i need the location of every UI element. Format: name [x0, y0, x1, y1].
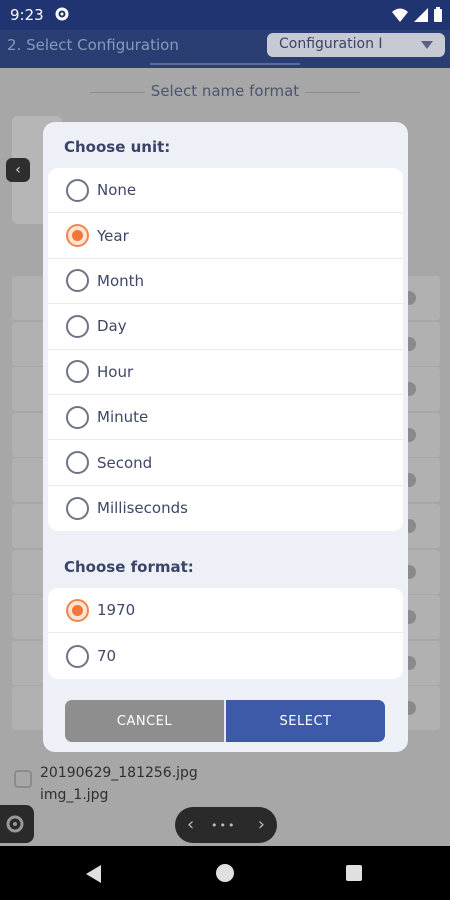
- radio-button[interactable]: [66, 644, 89, 668]
- unit-option-month[interactable]: Month: [48, 259, 403, 305]
- dialog-actions: CANCEL SELECT: [65, 700, 385, 742]
- format-option-1970[interactable]: 1970: [48, 588, 403, 634]
- unit-option-minute[interactable]: Minute: [48, 395, 403, 441]
- home-icon[interactable]: [216, 864, 234, 882]
- radio-button[interactable]: [66, 269, 89, 293]
- choose-unit-title: Choose unit:: [64, 138, 171, 156]
- option-label: Minute: [97, 408, 149, 427]
- radio-button[interactable]: [66, 314, 89, 338]
- radio-button[interactable]: [66, 405, 89, 429]
- system-nav-bar: [0, 846, 450, 900]
- radio-button[interactable]: [66, 451, 89, 475]
- page-navigator: ‹ ••• ›: [175, 807, 277, 843]
- option-label: Day: [97, 317, 127, 336]
- file-list: 20190629_181256.jpg img_1.jpg: [40, 762, 198, 806]
- option-label: Milliseconds: [97, 499, 188, 518]
- configuration-dropdown-value: Configuration I: [279, 36, 383, 52]
- unit-option-none[interactable]: None: [48, 168, 403, 214]
- radio-button[interactable]: [66, 360, 89, 384]
- chevron-left-icon: ‹: [6, 158, 30, 182]
- section-heading: Select name format: [150, 82, 300, 100]
- file-name: 20190629_181256.jpg: [40, 765, 198, 781]
- chevron-right-icon: ›: [257, 814, 265, 835]
- radio-button[interactable]: [66, 496, 89, 520]
- unit-option-day[interactable]: Day: [48, 304, 403, 350]
- radio-button-checked[interactable]: [66, 224, 89, 248]
- option-label: Month: [97, 271, 145, 290]
- radio-button-checked[interactable]: [66, 598, 89, 622]
- choose-format-title: Choose format:: [64, 558, 194, 576]
- page-title: 2. Select Configuration: [7, 36, 179, 54]
- status-time: 9:23: [10, 6, 44, 24]
- status-bar: 9:23: [0, 0, 450, 30]
- option-label: None: [97, 181, 137, 200]
- option-label: 70: [97, 647, 117, 666]
- format-options-list: 1970 70: [48, 588, 403, 679]
- signal-icon: [414, 7, 428, 26]
- unit-options-list: None Year Month Day Hour Minute Second M…: [48, 168, 403, 532]
- gear-icon: [54, 6, 70, 26]
- cancel-button[interactable]: CANCEL: [65, 700, 224, 742]
- wifi-icon: [392, 7, 408, 26]
- file-icon: [14, 770, 32, 788]
- configuration-dropdown[interactable]: Configuration I: [267, 33, 445, 57]
- chevron-down-icon: [421, 41, 433, 49]
- option-label: Second: [97, 453, 153, 472]
- dots-icon: •••: [211, 819, 237, 832]
- file-name: img_1.jpg: [40, 787, 109, 803]
- unit-option-year[interactable]: Year: [48, 213, 403, 259]
- chevron-left-icon: ‹: [187, 814, 195, 835]
- settings-button: [0, 805, 34, 843]
- unit-option-second[interactable]: Second: [48, 440, 403, 486]
- option-label: Hour: [97, 362, 134, 381]
- recents-icon[interactable]: [346, 865, 362, 881]
- option-label: Year: [97, 226, 129, 245]
- back-icon[interactable]: [86, 865, 101, 883]
- unit-option-milliseconds[interactable]: Milliseconds: [48, 486, 403, 531]
- option-label: 1970: [97, 601, 136, 620]
- battery-icon: [434, 7, 442, 26]
- unit-option-hour[interactable]: Hour: [48, 350, 403, 395]
- header-indicator: [150, 63, 300, 65]
- radio-button[interactable]: [66, 178, 89, 202]
- unit-format-dialog: Choose unit: None Year Month Day Hour Mi…: [43, 122, 408, 752]
- format-option-70[interactable]: 70: [48, 633, 403, 678]
- select-button[interactable]: SELECT: [224, 700, 385, 742]
